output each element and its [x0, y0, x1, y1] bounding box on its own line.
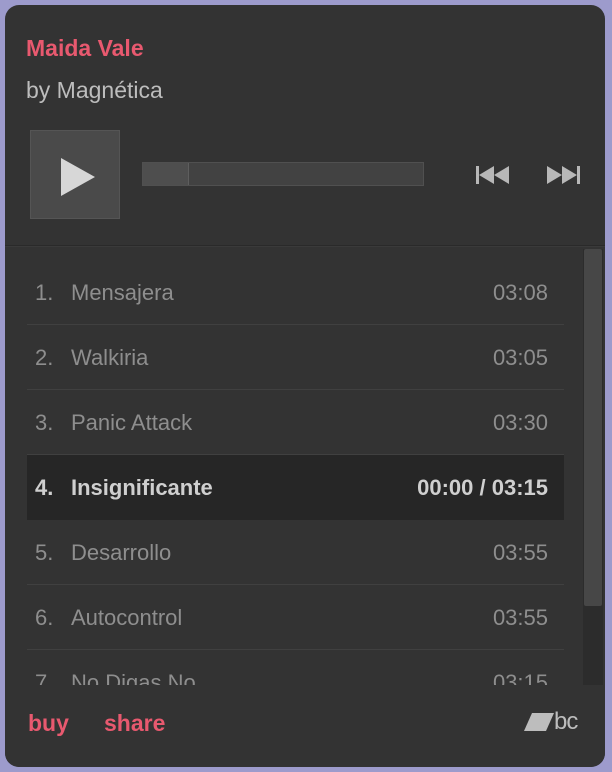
scrollbar-thumb[interactable] [584, 249, 602, 606]
bandcamp-logo-icon [524, 713, 554, 731]
track-title: No Digas No [71, 670, 196, 685]
track-row[interactable]: 7. No Digas No 03:15 [27, 650, 564, 685]
buy-link[interactable]: buy [28, 710, 69, 737]
track-row[interactable]: 3. Panic Attack 03:30 [27, 390, 564, 455]
progress-thumb[interactable] [143, 163, 189, 185]
track-duration: 03:55 [492, 605, 548, 630]
track-row[interactable]: 5. Desarrollo 03:55 [27, 520, 564, 585]
track-duration: 03:05 [492, 345, 548, 370]
track-row-current[interactable]: 4. Insignificante 00:00 / 03:15 [27, 455, 564, 520]
track-duration: 03:30 [492, 410, 548, 435]
track-number: 5. [35, 540, 54, 565]
track-number: 4. [35, 475, 54, 500]
track-title: Insignificante [71, 475, 213, 500]
track-row[interactable]: 2. Walkiria 03:05 [27, 325, 564, 390]
track-duration: 00:00 / 03:15 [417, 475, 548, 500]
bandcamp-logo-text: bc [554, 708, 578, 735]
track-duration: 03:15 [492, 670, 548, 685]
play-button[interactable] [30, 130, 120, 219]
track-title: Autocontrol [71, 605, 183, 630]
track-list: 1. Mensajera 03:08 2. Walkiria 03:05 3. … [27, 260, 564, 685]
track-title: Panic Attack [71, 410, 193, 435]
track-number: 1. [35, 280, 54, 305]
track-title: Mensajera [71, 280, 174, 305]
track-duration: 03:55 [492, 540, 548, 565]
track-row[interactable]: 6. Autocontrol 03:55 [27, 585, 564, 650]
track-duration: 03:08 [492, 280, 548, 305]
track-title: Desarrollo [71, 540, 172, 565]
bandcamp-logo[interactable]: bc [524, 708, 586, 736]
footer: buy share bc [5, 685, 605, 767]
bandcamp-player: Maida Vale by Magnética 1. Mensajera 03:… [5, 5, 605, 767]
track-number: 3. [35, 410, 54, 435]
track-number: 6. [35, 605, 54, 630]
track-number: 2. [35, 345, 54, 370]
next-track-icon[interactable] [545, 163, 583, 187]
track-title: Walkiria [71, 345, 149, 370]
header-divider [5, 245, 605, 247]
previous-track-icon[interactable] [474, 163, 512, 187]
progress-bar[interactable] [142, 162, 424, 186]
tracklist-scrollbar[interactable] [583, 249, 603, 689]
share-link[interactable]: share [104, 710, 165, 737]
album-title[interactable]: Maida Vale [26, 35, 144, 62]
track-number: 7. [35, 670, 54, 685]
play-icon [61, 158, 95, 196]
artist-name[interactable]: by Magnética [26, 77, 163, 104]
track-row[interactable]: 1. Mensajera 03:08 [27, 260, 564, 325]
